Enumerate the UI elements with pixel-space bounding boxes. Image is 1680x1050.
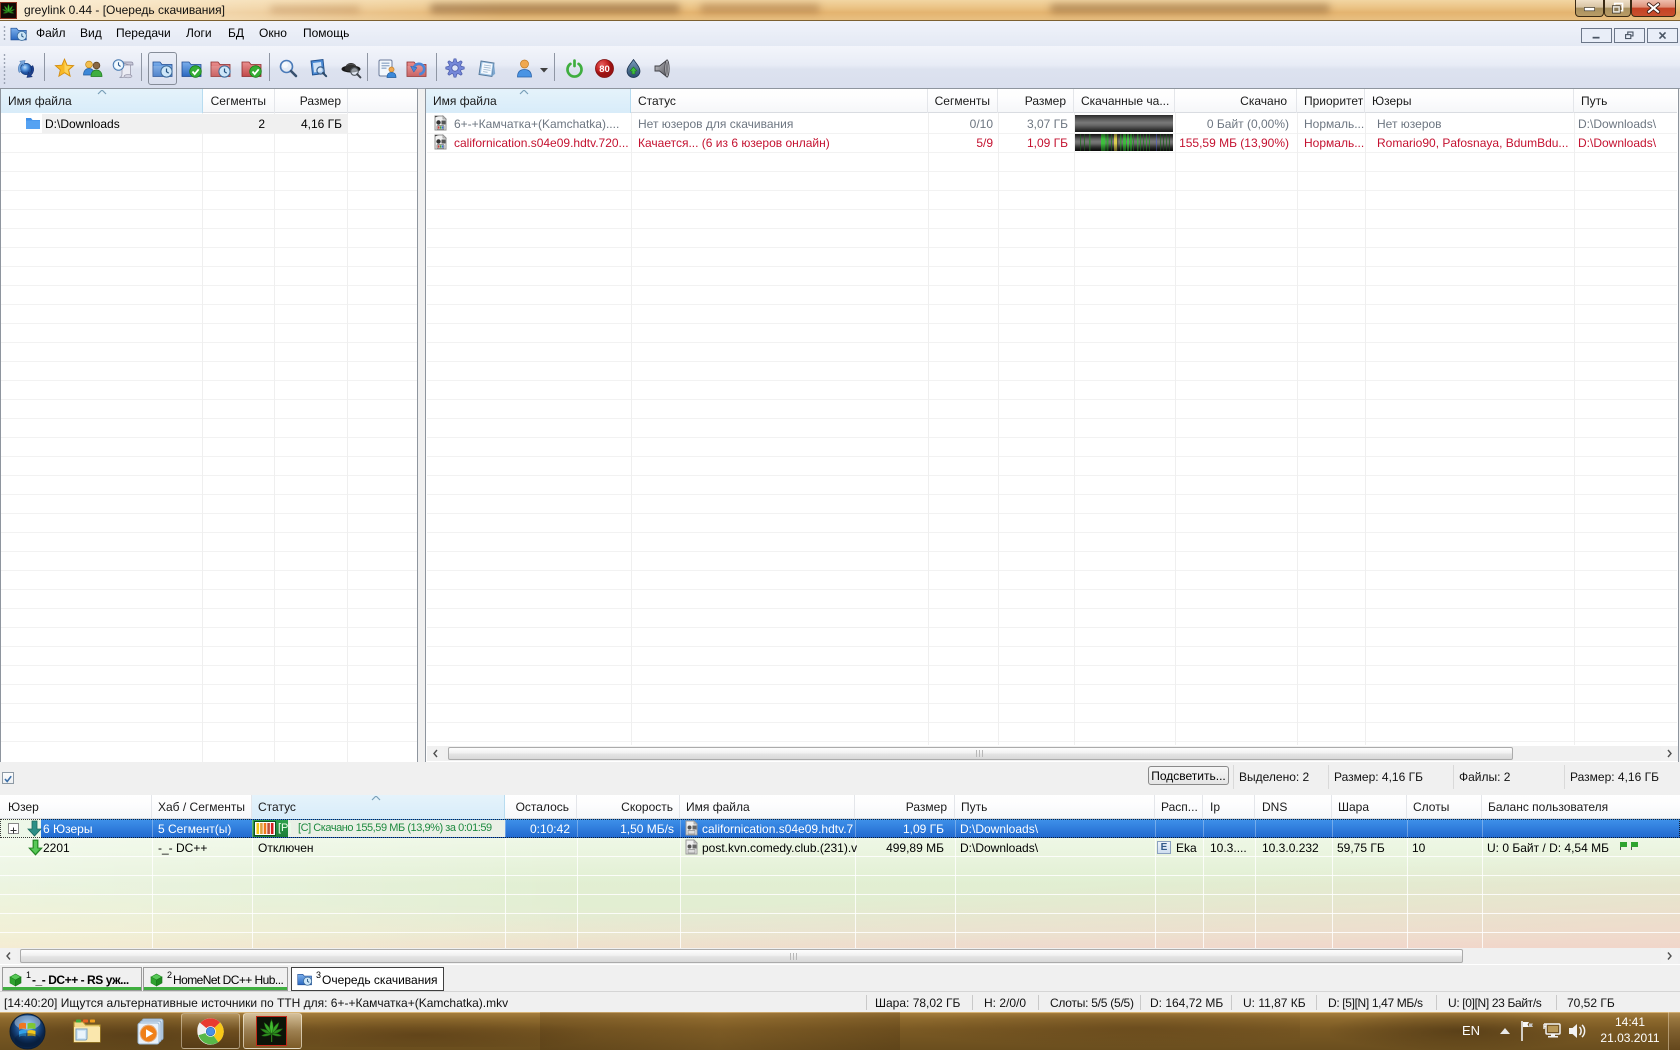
svg-text:80: 80 [599, 64, 610, 75]
